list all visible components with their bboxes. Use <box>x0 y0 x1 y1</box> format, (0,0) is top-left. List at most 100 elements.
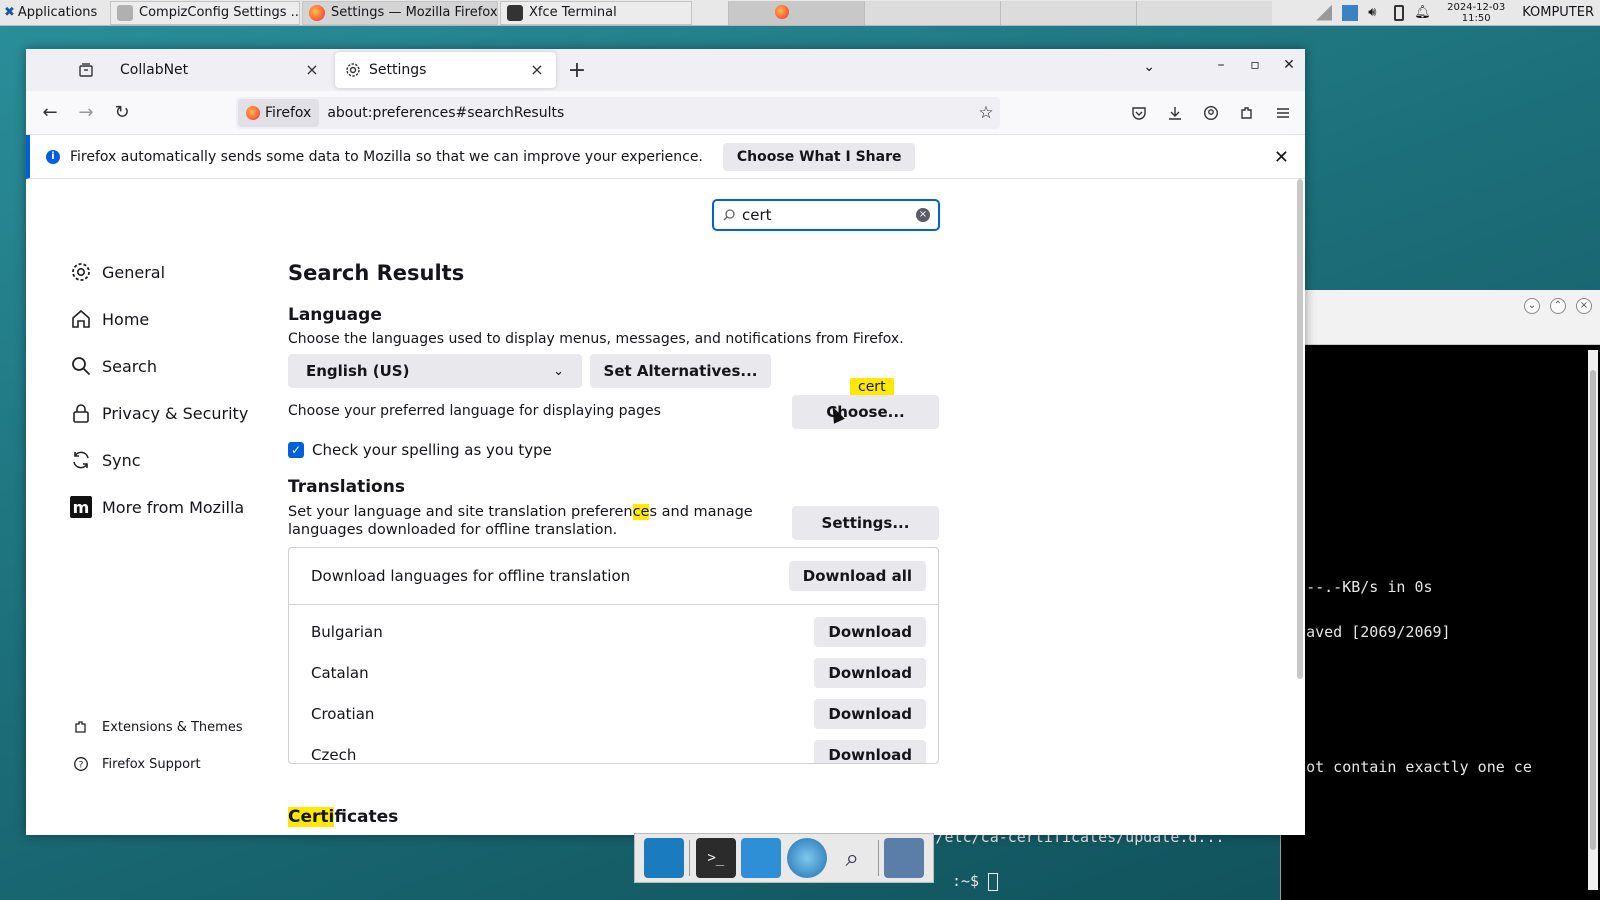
spellcheck-label[interactable]: Check your spelling as you type <box>312 441 552 459</box>
close-tab-icon[interactable]: × <box>528 61 546 79</box>
terminal-line: s not contain exactly one ce <box>1279 758 1532 776</box>
tab-groups-button[interactable] <box>66 53 106 87</box>
sidebar-label: More from Mozilla <box>102 497 245 517</box>
prompt-text: :~$ <box>952 872 989 890</box>
sidebar-item-home[interactable]: Home <box>70 308 149 330</box>
menu-icon[interactable] <box>1269 97 1297 129</box>
task-firefox[interactable]: Settings — Mozilla Firefox <box>302 0 498 25</box>
bluetooth-icon[interactable] <box>1342 4 1359 21</box>
sidebar-item-search[interactable]: Search <box>70 355 157 377</box>
download-all-button[interactable]: Download all <box>788 561 926 591</box>
tab-settings[interactable]: Settings × <box>335 52 556 88</box>
web-browser-icon[interactable] <box>786 838 827 878</box>
show-desktop-icon[interactable] <box>643 838 684 878</box>
url-text[interactable]: about:preferences#searchResults <box>327 105 972 121</box>
page-scrollbar[interactable] <box>1297 179 1303 679</box>
search-value[interactable]: cert <box>742 206 910 224</box>
network-icon[interactable] <box>1316 4 1333 21</box>
search-icon <box>723 209 735 221</box>
download-languages-list[interactable]: Download languages for offline translati… <box>288 547 939 764</box>
folder-icon[interactable] <box>884 838 925 878</box>
volume-icon[interactable]: 🔊︎ <box>1368 5 1384 21</box>
maximize-icon[interactable]: ⌃ <box>1550 298 1566 314</box>
extensions-icon[interactable] <box>1233 97 1261 129</box>
firefox-window[interactable]: CollabNet × Settings × + ⌄ – ▫ ✕ ← → ↻ F… <box>26 49 1305 835</box>
tab-bar: CollabNet × Settings × + ⌄ – ▫ ✕ <box>26 49 1305 91</box>
sidebar-label: Firefox Support <box>102 756 201 772</box>
account-icon[interactable] <box>1197 97 1225 129</box>
sidebar-item-general[interactable]: General <box>70 261 165 283</box>
workspace-4[interactable] <box>1136 0 1272 25</box>
spellcheck-checkbox[interactable]: ✓ <box>288 442 304 458</box>
reload-icon[interactable]: ↻ <box>106 97 138 129</box>
firefox-icon <box>246 106 260 120</box>
clock-date: 2024-12-03 <box>1447 1 1506 13</box>
url-bar[interactable]: Firefox about:preferences#searchResults … <box>236 97 1000 129</box>
terminal-window[interactable]: : ~ ⌄ ⌃ × r t 2K --.-KB/s in 0s ' saved … <box>1279 290 1600 900</box>
list-all-tabs-icon[interactable]: ⌄ <box>1143 59 1155 75</box>
language-name: Croatian <box>311 704 375 723</box>
maximize-icon[interactable]: ▫ <box>1247 57 1263 73</box>
clock[interactable]: 2024-12-03 11:50 <box>1440 2 1512 24</box>
task-compiz[interactable]: CompizConfig Settings ... <box>110 0 300 25</box>
choose-language-button[interactable]: Choose... <box>792 395 939 429</box>
translations-description-line2: languages downloaded for offline transla… <box>288 522 618 538</box>
sidebar-item-privacy[interactable]: Privacy & Security <box>70 402 248 424</box>
minimize-icon[interactable]: – <box>1213 57 1229 73</box>
notice-text: Firefox automatically sends some data to… <box>70 148 703 165</box>
downloads-icon[interactable] <box>1161 97 1189 129</box>
sidebar-item-support[interactable]: ? Firefox Support <box>70 753 201 775</box>
close-icon[interactable]: × <box>1576 298 1592 314</box>
task-terminal[interactable]: Xfce Terminal <box>500 0 692 25</box>
choose-what-i-share-button[interactable]: Choose What I Share <box>722 142 916 171</box>
download-button[interactable]: Download <box>814 616 926 647</box>
workspace-2[interactable] <box>864 0 1000 25</box>
certificates-heading: Certificates <box>288 807 398 827</box>
forward-icon[interactable]: → <box>70 97 102 129</box>
workspace-1[interactable] <box>728 0 864 25</box>
workspace-3[interactable] <box>1000 0 1136 25</box>
minimize-icon[interactable]: ⌄ <box>1524 298 1540 314</box>
help-icon: ? <box>70 753 92 775</box>
identity-label: Firefox <box>265 105 312 121</box>
language-heading: Language <box>288 305 382 325</box>
dock: >_ ⌕ <box>634 833 934 883</box>
set-alternatives-button[interactable]: Set Alternatives... <box>590 354 771 388</box>
terminal-icon <box>507 4 523 21</box>
preferences-page: cert × General Home Search Privacy & Sec… <box>26 179 1305 835</box>
list-item: Croatian Download <box>289 693 938 734</box>
notification-icon[interactable]: 🔔︎ <box>1414 5 1431 21</box>
terminal-scrollbar[interactable] <box>1588 350 1598 890</box>
search-input[interactable]: cert × <box>712 199 940 231</box>
download-button[interactable]: Download <box>814 657 926 688</box>
battery-icon[interactable] <box>1394 4 1405 21</box>
back-icon[interactable]: ← <box>34 97 66 129</box>
tab-collabnet[interactable]: CollabNet × <box>110 52 331 88</box>
hostname: KOMPUTER <box>1522 5 1594 20</box>
search-icon <box>70 355 92 377</box>
bookmark-star-icon[interactable]: ☆ <box>972 103 1000 123</box>
close-tab-icon[interactable]: × <box>303 61 321 79</box>
terminal-titlebar[interactable]: : ~ ⌄ ⌃ × <box>1281 290 1600 345</box>
close-window-icon[interactable]: ✕ <box>1281 57 1297 73</box>
close-icon[interactable]: ✕ <box>1274 147 1289 168</box>
certificates-rest: ficates <box>334 807 399 827</box>
pocket-icon[interactable] <box>1125 97 1153 129</box>
translation-settings-button[interactable]: Settings... <box>792 506 939 540</box>
sidebar-item-extensions[interactable]: Extensions & Themes <box>70 716 243 738</box>
sidebar-item-sync[interactable]: Sync <box>70 449 141 471</box>
task-label: CompizConfig Settings ... <box>139 5 300 20</box>
top-panel: ✖ Applications CompizConfig Settings ...… <box>0 0 1600 26</box>
file-manager-icon[interactable] <box>741 838 782 878</box>
terminal-icon[interactable]: >_ <box>695 838 736 878</box>
language-select[interactable]: English (US) ⌄ <box>288 354 582 388</box>
sidebar-item-more-from-mozilla[interactable]: m More from Mozilla <box>70 496 244 518</box>
download-button[interactable]: Download <box>814 698 926 729</box>
download-button[interactable]: Download <box>814 739 926 763</box>
applications-menu[interactable]: ✖ Applications <box>0 1 108 25</box>
identity-box[interactable]: Firefox <box>238 99 320 127</box>
new-tab-button[interactable]: + <box>562 58 592 83</box>
app-finder-icon[interactable]: ⌕ <box>832 838 872 878</box>
translations-desc-b: s and manage <box>649 504 753 520</box>
clear-search-icon[interactable]: × <box>916 208 930 222</box>
